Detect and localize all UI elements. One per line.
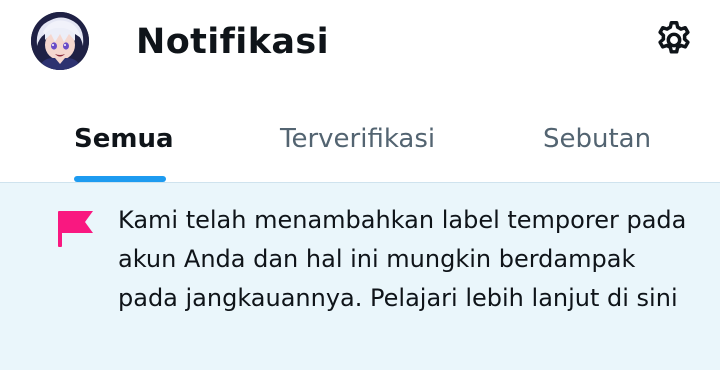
tab-verified[interactable]: Terverifikasi [280, 110, 442, 182]
tab-label: Semua [74, 124, 174, 154]
flag-icon [55, 207, 97, 249]
tab-all[interactable]: Semua [74, 110, 174, 182]
tab-label: Terverifikasi [280, 124, 436, 154]
anime-avatar-icon [31, 12, 89, 70]
label-notice-banner: Kami telah menambahkan label temporer pa… [0, 183, 720, 370]
page-title: Notifikasi [136, 22, 330, 62]
top-bar: Notifikasi [0, 0, 720, 90]
tab-label: Sebutan [543, 124, 652, 154]
settings-button[interactable] [652, 18, 696, 62]
learn-more-link[interactable]: Pelajari lebih lanjut di sini [370, 284, 678, 312]
notification-tabs: Semua Terverifikasi Sebutan [0, 110, 720, 182]
notifications-screen: Notifikasi Semua Terverifikasi Sebutan K… [0, 0, 720, 370]
gear-icon [658, 21, 690, 54]
avatar[interactable] [31, 12, 89, 70]
tab-mentions[interactable]: Sebutan [543, 110, 655, 182]
notice-message: Kami telah menambahkan label temporer pa… [118, 201, 688, 318]
